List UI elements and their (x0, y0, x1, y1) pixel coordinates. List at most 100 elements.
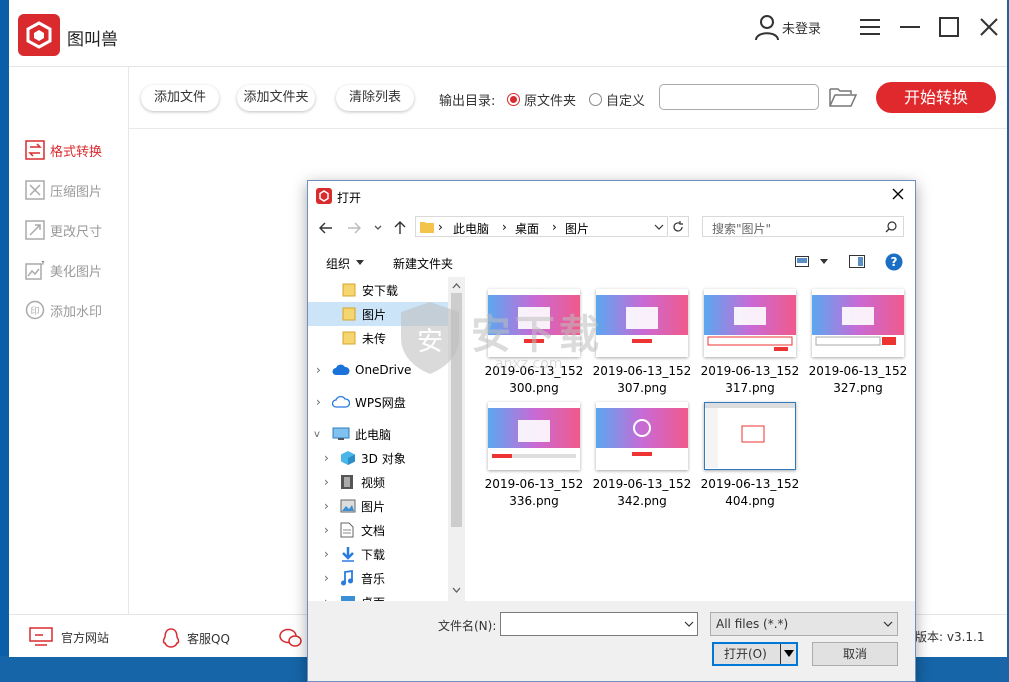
file-item[interactable]: 2019-06-13_152 327.png (805, 289, 911, 397)
computer-icon (332, 427, 350, 440)
file-item[interactable]: 2019-06-13_152 307.png (589, 289, 695, 397)
refresh-button[interactable] (669, 216, 689, 237)
open-dropdown-icon[interactable] (784, 650, 794, 658)
breadcrumb-item[interactable]: 桌面 (515, 220, 539, 237)
tree-item[interactable]: › 音乐 (308, 566, 448, 590)
sidebar-item-label: 压缩图片 (50, 184, 103, 200)
scroll-up-icon[interactable] (448, 279, 465, 293)
close-icon[interactable] (976, 14, 1002, 40)
file-name-line1: 2019-06-13_152 (700, 477, 800, 491)
start-convert-button[interactable]: 开始转换 (876, 82, 996, 113)
tree-item[interactable]: › 图片 (308, 494, 448, 518)
file-type-dropdown-icon (883, 621, 893, 627)
file-name-line2: 300.png (509, 381, 559, 395)
output-path-input[interactable] (659, 84, 819, 110)
radio-custom-folder[interactable]: 自定义 (589, 90, 645, 109)
view-options-icon[interactable] (795, 256, 809, 268)
file-name-line2: 307.png (617, 381, 667, 395)
tree-item-label: 图片 (361, 499, 386, 514)
clear-list-button[interactable]: 清除列表 (336, 85, 414, 111)
sidebar: 格式转换 压缩图片 更改尺寸 美化图片 印 添加水印 (9, 66, 129, 614)
radio-original-folder[interactable]: 原文件夹 (507, 90, 576, 109)
expand-chevron-icon[interactable]: › (316, 395, 332, 409)
expand-chevron-icon[interactable]: › (324, 451, 340, 465)
cancel-button[interactable]: 取消 (812, 642, 898, 666)
collapse-chevron-icon[interactable]: v (314, 429, 332, 440)
website-link[interactable]: 官方网站 (29, 627, 109, 647)
back-arrow-icon[interactable] (318, 220, 334, 236)
forward-arrow-icon[interactable] (346, 220, 362, 236)
search-input[interactable]: 搜索"图片" (702, 216, 904, 237)
tree-item-label: 未传 (362, 331, 387, 346)
file-item[interactable]: 2019-06-13_152 336.png (481, 402, 587, 510)
sidebar-item-watermark[interactable]: 印 添加水印 (25, 298, 102, 322)
command-bar: 组织 新建文件夹 ? (308, 247, 915, 277)
maximize-icon[interactable] (936, 14, 962, 40)
user-icon (755, 15, 779, 41)
radio-original-label: 原文件夹 (524, 94, 577, 109)
radio-dot (589, 93, 602, 106)
breadcrumb-sep: › (438, 220, 443, 234)
folder-icon (342, 331, 356, 345)
tree-item[interactable]: v 此电脑 (308, 422, 448, 446)
svg-text:安: 安 (417, 327, 443, 357)
watermark-icon: 印 (25, 300, 45, 320)
dialog-app-icon (316, 188, 332, 204)
sidebar-item-resize[interactable]: 更改尺寸 (25, 218, 102, 242)
view-chevron-icon[interactable] (820, 259, 828, 265)
recent-chevron-icon[interactable] (373, 223, 383, 233)
organize-menu[interactable]: 组织 (326, 255, 350, 272)
preview-pane-icon[interactable] (849, 255, 865, 268)
dialog-title: 打开 (337, 191, 362, 205)
file-item[interactable]: 2019-06-13_152 342.png (589, 402, 695, 510)
tree-item[interactable]: › 3D 对象 (308, 446, 448, 470)
tree-item[interactable]: › 文档 (308, 518, 448, 542)
breadcrumb-item[interactable]: 图片 (565, 220, 589, 237)
sidebar-item-convert[interactable]: 格式转换 (25, 138, 102, 162)
address-dropdown-icon[interactable] (654, 222, 664, 232)
file-name-line1: 2019-06-13_152 (592, 477, 692, 491)
file-type-select[interactable]: All files (*.*) (710, 612, 898, 636)
file-item[interactable]: 2019-06-13_152 317.png (697, 289, 803, 397)
folder-icon (342, 307, 356, 321)
qq-icon (162, 628, 180, 648)
breadcrumb-item[interactable]: 此电脑 (453, 220, 489, 237)
sidebar-item-compress[interactable]: 压缩图片 (25, 178, 102, 202)
tree-item[interactable]: › WPS网盘 (308, 390, 448, 414)
address-bar[interactable]: › 此电脑 › 桌面 › 图片 (415, 216, 668, 237)
dialog-close-icon[interactable] (891, 187, 905, 201)
add-folder-button[interactable]: 添加文件夹 (237, 85, 315, 111)
download-icon (342, 547, 354, 562)
open-button[interactable]: 打开(O) (712, 642, 798, 666)
new-folder-button[interactable]: 新建文件夹 (393, 255, 453, 272)
radio-dot-selected (507, 93, 520, 106)
expand-chevron-icon[interactable]: › (316, 363, 332, 377)
up-arrow-icon[interactable] (392, 220, 408, 236)
qq-support-link[interactable]: 客服QQ (161, 627, 230, 649)
tree-item[interactable]: › 桌面 (308, 590, 448, 601)
tree-item[interactable]: › 下载 (308, 542, 448, 566)
wechat-link[interactable] (279, 627, 303, 649)
expand-chevron-icon[interactable]: › (324, 547, 340, 561)
expand-chevron-icon[interactable]: › (324, 475, 340, 489)
scroll-down-icon[interactable] (448, 583, 465, 597)
menu-icon[interactable] (857, 14, 883, 40)
tree-item[interactable]: › 视频 (308, 470, 448, 494)
website-label: 官方网站 (61, 630, 110, 645)
filename-input[interactable] (500, 612, 698, 636)
add-file-button[interactable]: 添加文件 (141, 85, 219, 111)
sidebar-item-beautify[interactable]: 美化图片 (25, 258, 102, 282)
login-area[interactable]: 未登录 (754, 12, 821, 42)
sidebar-item-label: 更改尺寸 (50, 224, 103, 240)
file-name-line2: 317.png (725, 381, 775, 395)
expand-chevron-icon[interactable]: › (324, 571, 340, 585)
expand-chevron-icon[interactable]: › (324, 499, 340, 513)
minimize-icon[interactable] (897, 14, 923, 40)
expand-chevron-icon[interactable]: › (324, 523, 340, 537)
browse-folder-icon[interactable] (829, 86, 857, 108)
file-item[interactable]: 2019-06-13_152 404.png (697, 402, 803, 510)
file-name-line2: 336.png (509, 494, 559, 508)
file-name-line2: 404.png (725, 494, 775, 508)
help-icon[interactable]: ? (885, 253, 903, 271)
filename-dropdown-icon[interactable] (684, 619, 694, 629)
